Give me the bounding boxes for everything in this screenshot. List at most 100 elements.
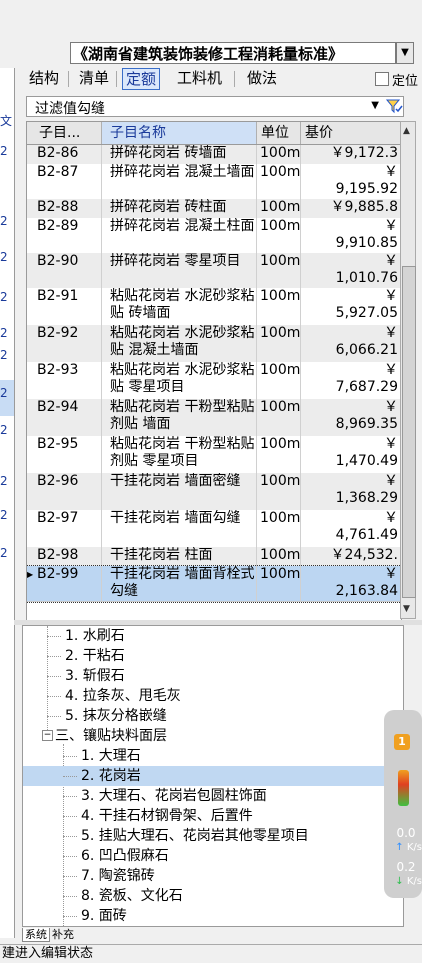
column-header-name[interactable]: 子目名称	[102, 122, 257, 144]
price-value: 1,470.49	[335, 453, 398, 469]
tree-node-label: 1. 大理石	[81, 748, 141, 764]
row-name: 粘贴花岗岩 干粉型粘贴剂贴 墙面	[102, 399, 257, 436]
row-unit: 100m2	[257, 436, 301, 473]
table-row[interactable]: B2-89拼碎花岗岩 混凝土柱面100m2￥9,910.85	[27, 218, 401, 254]
table-row[interactable]: B2-95粘贴花岗岩 干粉型粘贴剂贴 零星项目100m2￥1,470.49	[27, 436, 401, 474]
quota-table: 子目... 子目名称 单位 基价 B2-86拼碎花岗岩 砖墙面100m2￥9,1…	[26, 121, 402, 621]
price-value: 1,368.29	[335, 490, 398, 506]
tree-connector	[63, 816, 77, 818]
table-row[interactable]: B2-87拼碎花岗岩 混凝土墙面100m2￥9,195.92	[27, 164, 401, 200]
row-code: B2-99	[35, 566, 102, 601]
locate-checkbox[interactable]	[375, 72, 389, 86]
row-price: ￥ 1,470.49	[301, 436, 401, 473]
chapter-tree: − 1. 水刷石 2. 干粘石 3. 斩假石 4. 拉条灰、甩毛灰 5. 抹灰分格嵌缝三…	[22, 625, 404, 927]
table-scrollbar[interactable]: ▲ ▼	[400, 121, 416, 619]
tree-node[interactable]: 2. 花岗岩	[23, 766, 391, 786]
tree-connector	[63, 796, 77, 798]
table-row[interactable]: B2-91粘贴花岗岩 水泥砂浆粘贴 砖墙面100m2￥5,927.05	[27, 288, 401, 326]
speed-meter-icon	[398, 770, 409, 806]
left-strip-label: 2	[0, 474, 8, 488]
table-row[interactable]: B2-86拼碎花岗岩 砖墙面100m2￥9,172.3	[27, 145, 401, 165]
tree-connector	[47, 696, 61, 698]
tab-method[interactable]: 做法	[244, 68, 280, 88]
tab-structure[interactable]: 结构	[26, 68, 62, 88]
tree-node-label: 三、镶贴块料面层	[55, 728, 167, 744]
left-strip-label: 2	[0, 250, 8, 264]
currency-symbol: ￥	[384, 218, 398, 234]
table-row[interactable]: ▶B2-99干挂花岗岩 墙面背栓式 勾缝100m2￥2,163.84	[27, 565, 401, 603]
standard-selector[interactable]: 《湖南省建筑装饰装修工程消耗量标准》	[70, 42, 396, 64]
scroll-thumb[interactable]	[402, 266, 416, 598]
tab-labor-material[interactable]: 工料机	[174, 68, 225, 88]
tree-node-label: 4. 干挂石材钢骨架、后置件	[81, 808, 253, 824]
left-strip-label: 2	[0, 546, 8, 560]
tab-system[interactable]: 系统	[22, 928, 50, 942]
filter-combobox[interactable]: 过滤值勾缝 ▼	[26, 96, 404, 117]
filter-value: 勾缝	[77, 101, 105, 117]
row-code: B2-90	[35, 253, 102, 288]
tab-divider	[234, 71, 235, 87]
tree-guide-line	[47, 626, 49, 736]
filter-funnel-icon[interactable]	[385, 97, 403, 115]
currency-symbol: ￥	[384, 436, 398, 452]
table-row[interactable]: B2-94粘贴花岗岩 干粉型粘贴剂贴 墙面100m2￥8,969.35	[27, 399, 401, 437]
row-price: ￥ 9,910.85	[301, 218, 401, 253]
status-bar: 建进入编辑状态	[0, 944, 422, 962]
table-row[interactable]: B2-96干挂花岗岩 墙面密缝100m2￥1,368.29	[27, 473, 401, 511]
scroll-down-icon[interactable]: ▼	[403, 604, 410, 614]
price-value: 6,066.21	[335, 342, 398, 358]
bottom-tab-bar: 系统 补充	[22, 926, 76, 942]
price-value: 2,163.84	[335, 583, 398, 599]
table-row[interactable]: B2-97干挂花岗岩 墙面勾缝100m2￥4,761.49	[27, 510, 401, 548]
tab-divider	[116, 71, 117, 87]
row-code: B2-97	[35, 510, 102, 547]
arrow-up-icon: ↑	[395, 842, 404, 853]
tree-connector	[63, 916, 77, 918]
row-name: 粘贴花岗岩 干粉型粘贴剂贴 零星项目	[102, 436, 257, 473]
tree-connector	[47, 636, 61, 638]
dropdown-arrow-icon[interactable]: ▼	[396, 42, 414, 64]
collapse-icon[interactable]: −	[42, 730, 53, 741]
column-header-price[interactable]: 基价	[301, 122, 401, 144]
price-value: 9,195.92	[335, 181, 398, 197]
left-panel-strip: 文 2 2 2 2 2 2 2 2 2 2 2	[0, 68, 15, 938]
row-name: 拼碎花岗岩 砖墙面	[102, 145, 257, 164]
row-code: B2-88	[35, 199, 102, 218]
row-name: 拼碎花岗岩 混凝土柱面	[102, 218, 257, 253]
chevron-down-icon[interactable]: ▼	[371, 100, 379, 111]
row-name: 干挂花岗岩 柱面	[102, 547, 257, 566]
notification-badge[interactable]: 1	[394, 734, 410, 750]
left-strip-label: 文	[0, 114, 13, 128]
column-header-code[interactable]: 子目...	[35, 122, 102, 144]
table-row[interactable]: B2-88拼碎花岗岩 砖柱面100m2￥9,885.8	[27, 199, 401, 219]
tree-connector	[63, 856, 77, 858]
table-row[interactable]: B2-90拼碎花岗岩 零星项目100m2￥1,010.76	[27, 253, 401, 289]
tree-node-label: 5. 抹灰分格嵌缝	[65, 708, 167, 724]
row-code: B2-87	[35, 164, 102, 199]
filter-label: 过滤值勾缝	[35, 101, 105, 117]
tree-connector	[63, 756, 77, 758]
row-unit: 100m2	[257, 253, 301, 288]
row-name: 拼碎花岗岩 混凝土墙面	[102, 164, 257, 199]
row-name: 干挂花岗岩 墙面背栓式 勾缝	[102, 566, 257, 601]
tree-node-label: 1. 水刷石	[65, 628, 125, 644]
tree-node-label: 7. 陶瓷锦砖	[81, 868, 155, 884]
row-price: ￥9,172.3	[301, 145, 401, 164]
scroll-up-icon[interactable]: ▲	[403, 126, 410, 136]
row-name: 拼碎花岗岩 砖柱面	[102, 199, 257, 218]
table-row[interactable]: B2-93粘贴花岗岩 水泥砂浆粘贴 零星项目100m2￥7,687.29	[27, 362, 401, 400]
tab-supplement[interactable]: 补充	[50, 928, 76, 941]
tab-bill[interactable]: 清单	[76, 68, 112, 88]
tree-connector	[63, 896, 77, 898]
table-row[interactable]: B2-98干挂花岗岩 柱面100m2￥24,532.	[27, 547, 401, 567]
tab-quota[interactable]: 定额	[122, 68, 161, 90]
column-header-unit[interactable]: 单位	[257, 122, 301, 144]
row-unit: 100m2	[257, 218, 301, 253]
table-row[interactable]: B2-92粘贴花岗岩 水泥砂浆粘贴 混凝土墙面100m2￥6,066.21	[27, 325, 401, 363]
tree-node-label: 9. 面砖	[81, 908, 127, 924]
arrow-down-icon: ↓	[395, 876, 404, 887]
row-unit: 100m2	[257, 288, 301, 325]
row-price: ￥ 2,163.84	[301, 566, 401, 601]
left-strip-label: 2	[0, 326, 8, 340]
row-unit: 100m2	[257, 164, 301, 199]
